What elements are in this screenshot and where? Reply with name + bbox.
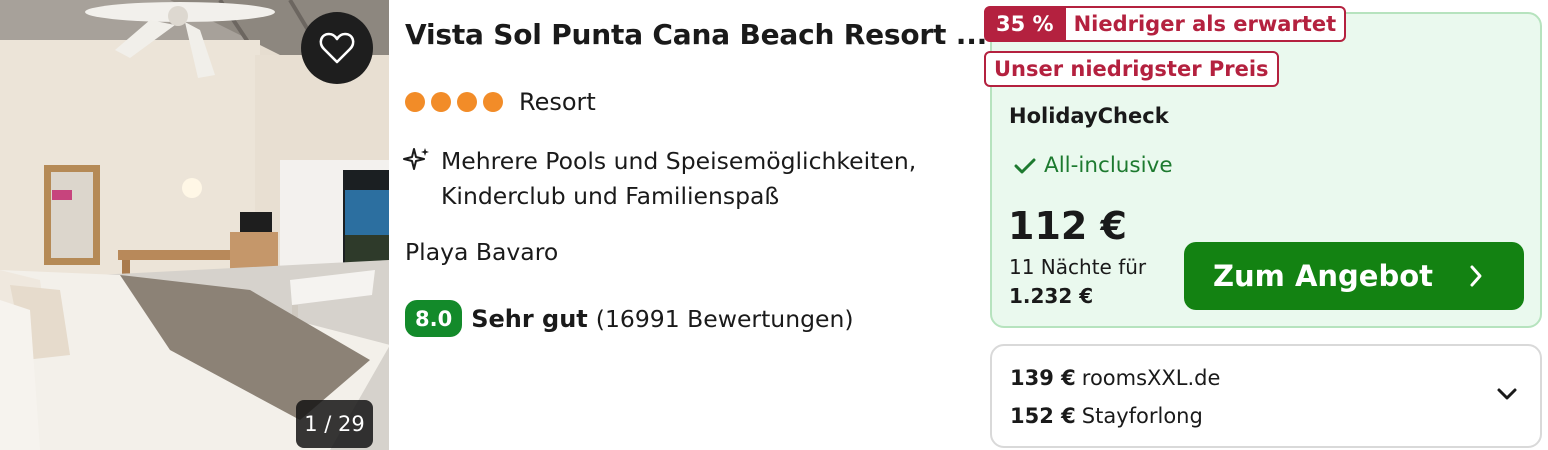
location[interactable]: Playa Bavaro [405,238,558,266]
chevron-right-icon [1470,265,1482,287]
other-offer-item[interactable]: 139 € roomsXXL.de [1010,366,1220,390]
lowest-price-badge: Unser niedrigster Preis [984,51,1279,87]
review-summary[interactable]: 8.0 Sehr gut (16991 Bewertungen) [405,300,854,337]
other-offer-provider: Stayforlong [1081,404,1203,428]
discount-badge: 35 % Niedriger als erwartet [984,6,1347,42]
rating-dot-icon [483,92,503,112]
property-type: Resort [519,88,596,116]
rating-dot-icon [457,92,477,112]
other-offer-price: 152 € [1010,404,1076,428]
view-deal-button[interactable]: Zum Angebot [1184,242,1524,310]
offer-provider: HolidayCheck [1009,104,1169,128]
other-offers[interactable]: 139 € roomsXXL.de 152 € Stayforlong [990,344,1542,448]
nights-label: 11 Nächte für [1009,255,1147,279]
checkmark-icon [1014,158,1036,173]
discount-label: Niedriger als erwartet [1065,6,1347,42]
discount-percent: 35 % [984,6,1066,42]
rating-row: Resort [405,86,596,118]
rating-dot-icon [431,92,451,112]
hotel-title[interactable]: Vista Sol Punta Cana Beach Resort ... [405,18,987,51]
other-offer-item[interactable]: 152 € Stayforlong [1010,404,1203,428]
favorite-button[interactable] [301,12,373,84]
photo-counter: 1 / 29 [296,400,373,448]
view-deal-label: Zum Angebot [1212,259,1434,293]
highlight: Mehrere Pools und Speisemöglichkeiten, K… [403,144,971,214]
hotel-photo[interactable]: 1 / 29 [0,0,389,450]
rating-dot-icon [405,92,425,112]
highlight-text: Mehrere Pools und Speisemöglichkeiten, K… [441,147,917,210]
other-offer-price: 139 € [1010,366,1076,390]
other-offer-provider: roomsXXL.de [1081,366,1221,390]
review-score: 8.0 [405,300,463,337]
chevron-down-icon[interactable] [1495,386,1519,402]
board-label: All-inclusive [1044,153,1173,178]
review-label: Sehr gut [471,304,588,333]
sparkle-icon [403,148,429,170]
heart-outline-icon [319,32,355,64]
offer-price: 112 € [1008,204,1127,248]
total-price: 1.232 € [1009,284,1094,308]
review-count: (16991 Bewertungen) [595,304,854,333]
board-type: All-inclusive [1014,153,1173,178]
